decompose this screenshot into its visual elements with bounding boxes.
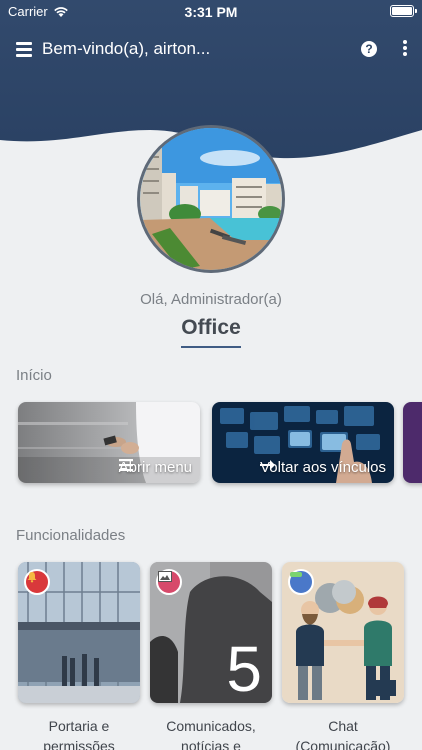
back-to-links-label: Voltar aos vínculos xyxy=(260,459,386,476)
more-options-icon[interactable] xyxy=(402,40,408,58)
welcome-title: Bem-vindo(a), airton... xyxy=(42,39,211,58)
image-icon xyxy=(158,571,172,582)
name-underline xyxy=(181,346,241,348)
comunicados-label: Comunicados, notícias e xyxy=(166,718,256,750)
help-icon[interactable]: ? xyxy=(361,41,377,57)
chat-label: Chat (Comunicação) xyxy=(295,718,391,750)
chat-card[interactable] xyxy=(282,562,404,703)
condominium-name: Office xyxy=(181,316,241,339)
section-title-funcionalidades: Funcionalidades xyxy=(16,527,126,544)
comunicados-badge xyxy=(156,569,182,595)
portaria-label: Portaria e permissões xyxy=(43,718,115,750)
status-bar: Carrier 3:31 PM xyxy=(0,0,422,24)
menu-icon xyxy=(118,459,133,471)
clock: 3:31 PM xyxy=(184,4,238,20)
hamburger-menu-icon[interactable] xyxy=(16,42,32,57)
next-card-peek[interactable] xyxy=(403,402,422,483)
chat-badge xyxy=(288,569,314,595)
condominium-avatar xyxy=(137,125,285,273)
chat-icon xyxy=(290,572,302,577)
portaria-badge xyxy=(24,569,50,595)
arrow-right-icon xyxy=(260,460,276,470)
greeting-text: Olá, Administrador(a) xyxy=(140,291,282,308)
open-menu-card[interactable]: Abrir menu xyxy=(18,402,200,483)
portaria-card[interactable] xyxy=(18,562,140,703)
battery-icon xyxy=(390,5,417,17)
bell-icon xyxy=(27,572,37,583)
open-menu-label: Abrir menu xyxy=(118,459,192,476)
section-title-inicio: Início xyxy=(16,367,52,384)
unread-count: 5 xyxy=(226,633,262,703)
back-to-links-card[interactable]: Voltar aos vínculos xyxy=(212,402,394,483)
comunicados-card[interactable]: 5 xyxy=(150,562,272,703)
app-bar: Bem-vindo(a), airton... ? xyxy=(0,34,422,64)
